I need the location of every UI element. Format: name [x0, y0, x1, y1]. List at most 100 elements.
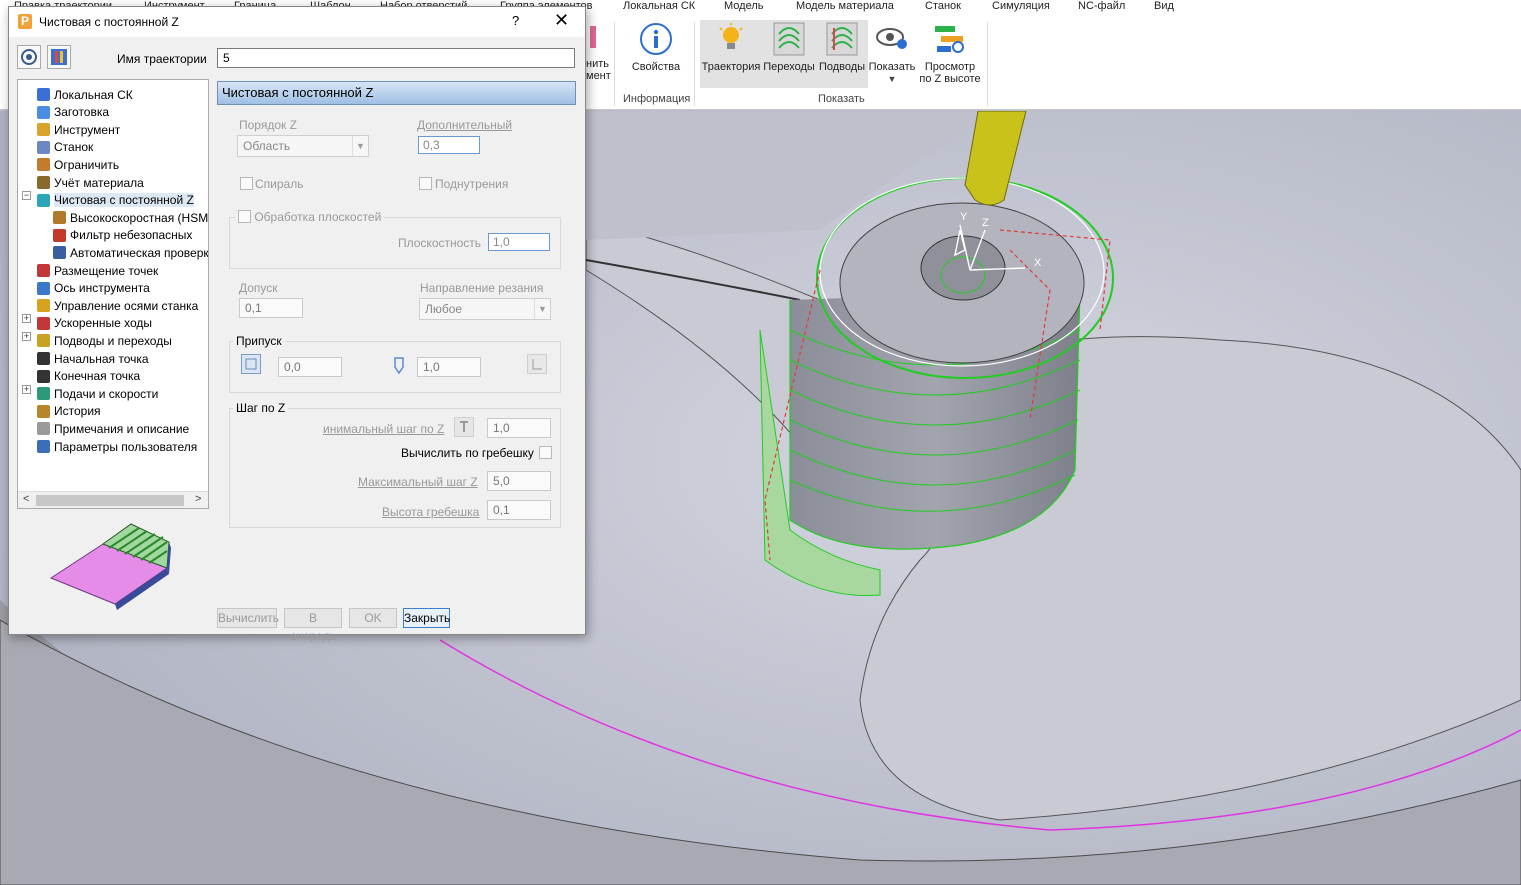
tree-item[interactable]: Размещение точек	[37, 262, 158, 279]
cut-direction-select[interactable]: Любое ▼	[419, 298, 551, 320]
leads-label: Подводы	[818, 61, 866, 73]
links-toggle[interactable]: Переходы	[762, 20, 816, 73]
strategy-tree[interactable]: Параметры пользователя Примечания и описа…	[17, 79, 209, 509]
tool-tip-icon	[393, 357, 405, 378]
tree-item[interactable]: Подачи и скорости	[37, 385, 158, 402]
z-height-view-button[interactable]: Просмотр по Z высоте	[916, 20, 984, 85]
scroll-left-icon[interactable]: <	[23, 493, 29, 505]
undercuts-checkbox[interactable]	[419, 177, 432, 190]
tree-item[interactable]: Ось инструмента	[37, 280, 150, 297]
cusp-height-input[interactable]: 0,1	[487, 500, 551, 520]
ribbon-partial-label: нить мент	[586, 58, 611, 82]
tree-item-label: Учёт материала	[54, 175, 144, 190]
tree-item[interactable]: Фильтр небезопасных	[53, 227, 192, 244]
flats-group-title: Обработка плоскостей	[235, 210, 385, 225]
properties-label: Свойства	[631, 61, 681, 73]
tree-item[interactable]: Заготовка	[37, 104, 109, 121]
queue-button[interactable]: В очередь	[284, 608, 342, 643]
allowance-group-title: Припуск	[233, 334, 285, 348]
show-group-label: Показать	[818, 93, 865, 105]
dialog-titlebar[interactable]: P Чистовая с постоянной Z ? ✕	[9, 7, 585, 37]
tree-item[interactable]: Ускоренные ходы	[37, 315, 152, 332]
tree-item[interactable]: Конечная точка	[37, 368, 140, 385]
tree-item-icon	[37, 334, 50, 348]
tree-item[interactable]: Станок	[37, 139, 93, 156]
max-stepdown-input[interactable]: 5,0	[487, 471, 551, 491]
tree-item[interactable]: Управление осями станка	[37, 297, 198, 314]
tree-item-label: Заготовка	[54, 105, 110, 120]
tree-expand-icon[interactable]: +	[22, 332, 31, 341]
tree-item[interactable]: Чистовая с постоянной Z	[37, 192, 194, 209]
tree-collapse-icon[interactable]: −	[22, 191, 31, 200]
ribbon-separator	[694, 22, 695, 106]
scroll-thumb[interactable]	[36, 495, 184, 506]
tree-item-icon	[37, 316, 50, 330]
tree-item[interactable]: Высокоскоростная (HSM)	[53, 209, 208, 226]
chevron-down-icon: ▼	[887, 74, 897, 84]
properties-button[interactable]: Свойства	[628, 20, 684, 73]
tree-item[interactable]: Примечания и описание	[37, 420, 189, 437]
tree-item[interactable]: Ограничить	[37, 156, 119, 173]
menu-item[interactable]: Модель материала	[796, 0, 894, 12]
strategy-gear-icon[interactable]	[17, 45, 41, 69]
tree-item[interactable]: Начальная точка	[37, 350, 149, 367]
stepdown-tool-icon[interactable]	[454, 417, 474, 437]
tree-item-icon	[37, 281, 50, 295]
axial-allowance-input[interactable]: 1,0	[417, 357, 481, 377]
leads-toggle[interactable]: Подводы	[816, 20, 868, 73]
flatness-input[interactable]: 1,0	[488, 233, 550, 251]
tree-expand-icon[interactable]: +	[22, 385, 31, 394]
toolpath-name-input[interactable]: 5	[217, 48, 575, 68]
tree-item-icon	[53, 211, 66, 225]
menu-item[interactable]: Вид	[1154, 0, 1174, 12]
cusp-height-label: Высота гребешка	[382, 505, 480, 519]
tolerance-input[interactable]: 0,1	[239, 298, 303, 318]
chevron-down-icon: ▼	[352, 136, 368, 156]
tree-item[interactable]: Параметры пользователя	[37, 438, 197, 455]
trajectory-toggle[interactable]: Траектория	[700, 20, 762, 73]
ribbon-separator	[614, 22, 615, 106]
tree-item-label: Станок	[54, 140, 94, 155]
additional-input[interactable]: 0,3	[418, 136, 480, 154]
tree-item[interactable]: Учёт материала	[37, 174, 144, 191]
tree-item-icon	[37, 140, 50, 154]
z-order-label: Порядок Z	[239, 118, 297, 132]
ribbon-partial-button[interactable]: нить мент	[586, 20, 614, 82]
tree-item[interactable]: Инструмент	[37, 121, 120, 138]
cut-direction-value: Любое	[425, 302, 463, 316]
calc-cusp-checkbox[interactable]	[539, 446, 552, 459]
show-dropdown-button[interactable]: Показать ▼	[868, 20, 916, 85]
tree-item[interactable]: Автоматическая проверк	[53, 244, 208, 261]
radial-allowance-icon[interactable]	[241, 354, 261, 374]
strategy-library-icon[interactable]	[47, 45, 71, 69]
chevron-down-icon: ▼	[534, 299, 550, 319]
close-button[interactable]: Закрыть	[403, 608, 450, 628]
menu-item[interactable]: NC-файл	[1078, 0, 1125, 12]
tree-horizontal-scrollbar[interactable]: < >	[18, 491, 208, 508]
radial-allowance-input[interactable]: 0,0	[278, 357, 342, 377]
scroll-right-icon[interactable]: >	[195, 493, 201, 505]
menu-item[interactable]: Станок	[925, 0, 961, 12]
toolpath-dialog: P Чистовая с постоянной Z ? ✕ Имя траект…	[8, 6, 586, 643]
z-view-icon	[933, 20, 967, 58]
tree-item-label: Ось инструмента	[54, 281, 150, 296]
tree-item[interactable]: История	[37, 403, 101, 420]
flats-checkbox[interactable]	[238, 210, 251, 224]
calculate-button[interactable]: Вычислить	[217, 608, 279, 628]
component-allowance-icon[interactable]	[527, 354, 547, 374]
spiral-checkbox[interactable]	[240, 177, 253, 190]
min-stepdown-input[interactable]: 1,0	[487, 418, 551, 438]
menu-item[interactable]: Локальная СК	[623, 0, 695, 12]
z-order-select[interactable]: Область ▼	[237, 135, 369, 157]
menu-item[interactable]: Симуляция	[992, 0, 1050, 12]
tree-item[interactable]: Локальная СК	[37, 86, 133, 103]
z-view-label: Просмотр по Z высоте	[919, 61, 981, 85]
help-button[interactable]: ?	[512, 13, 519, 28]
ok-button[interactable]: OK	[349, 608, 397, 628]
axis-z-label: Z	[982, 217, 989, 229]
tree-item-label: История	[54, 404, 101, 419]
tree-expand-icon[interactable]: +	[22, 314, 31, 323]
menu-item[interactable]: Модель	[724, 0, 763, 12]
close-icon[interactable]: ✕	[554, 10, 569, 31]
tree-item[interactable]: Подводы и переходы	[37, 332, 172, 349]
